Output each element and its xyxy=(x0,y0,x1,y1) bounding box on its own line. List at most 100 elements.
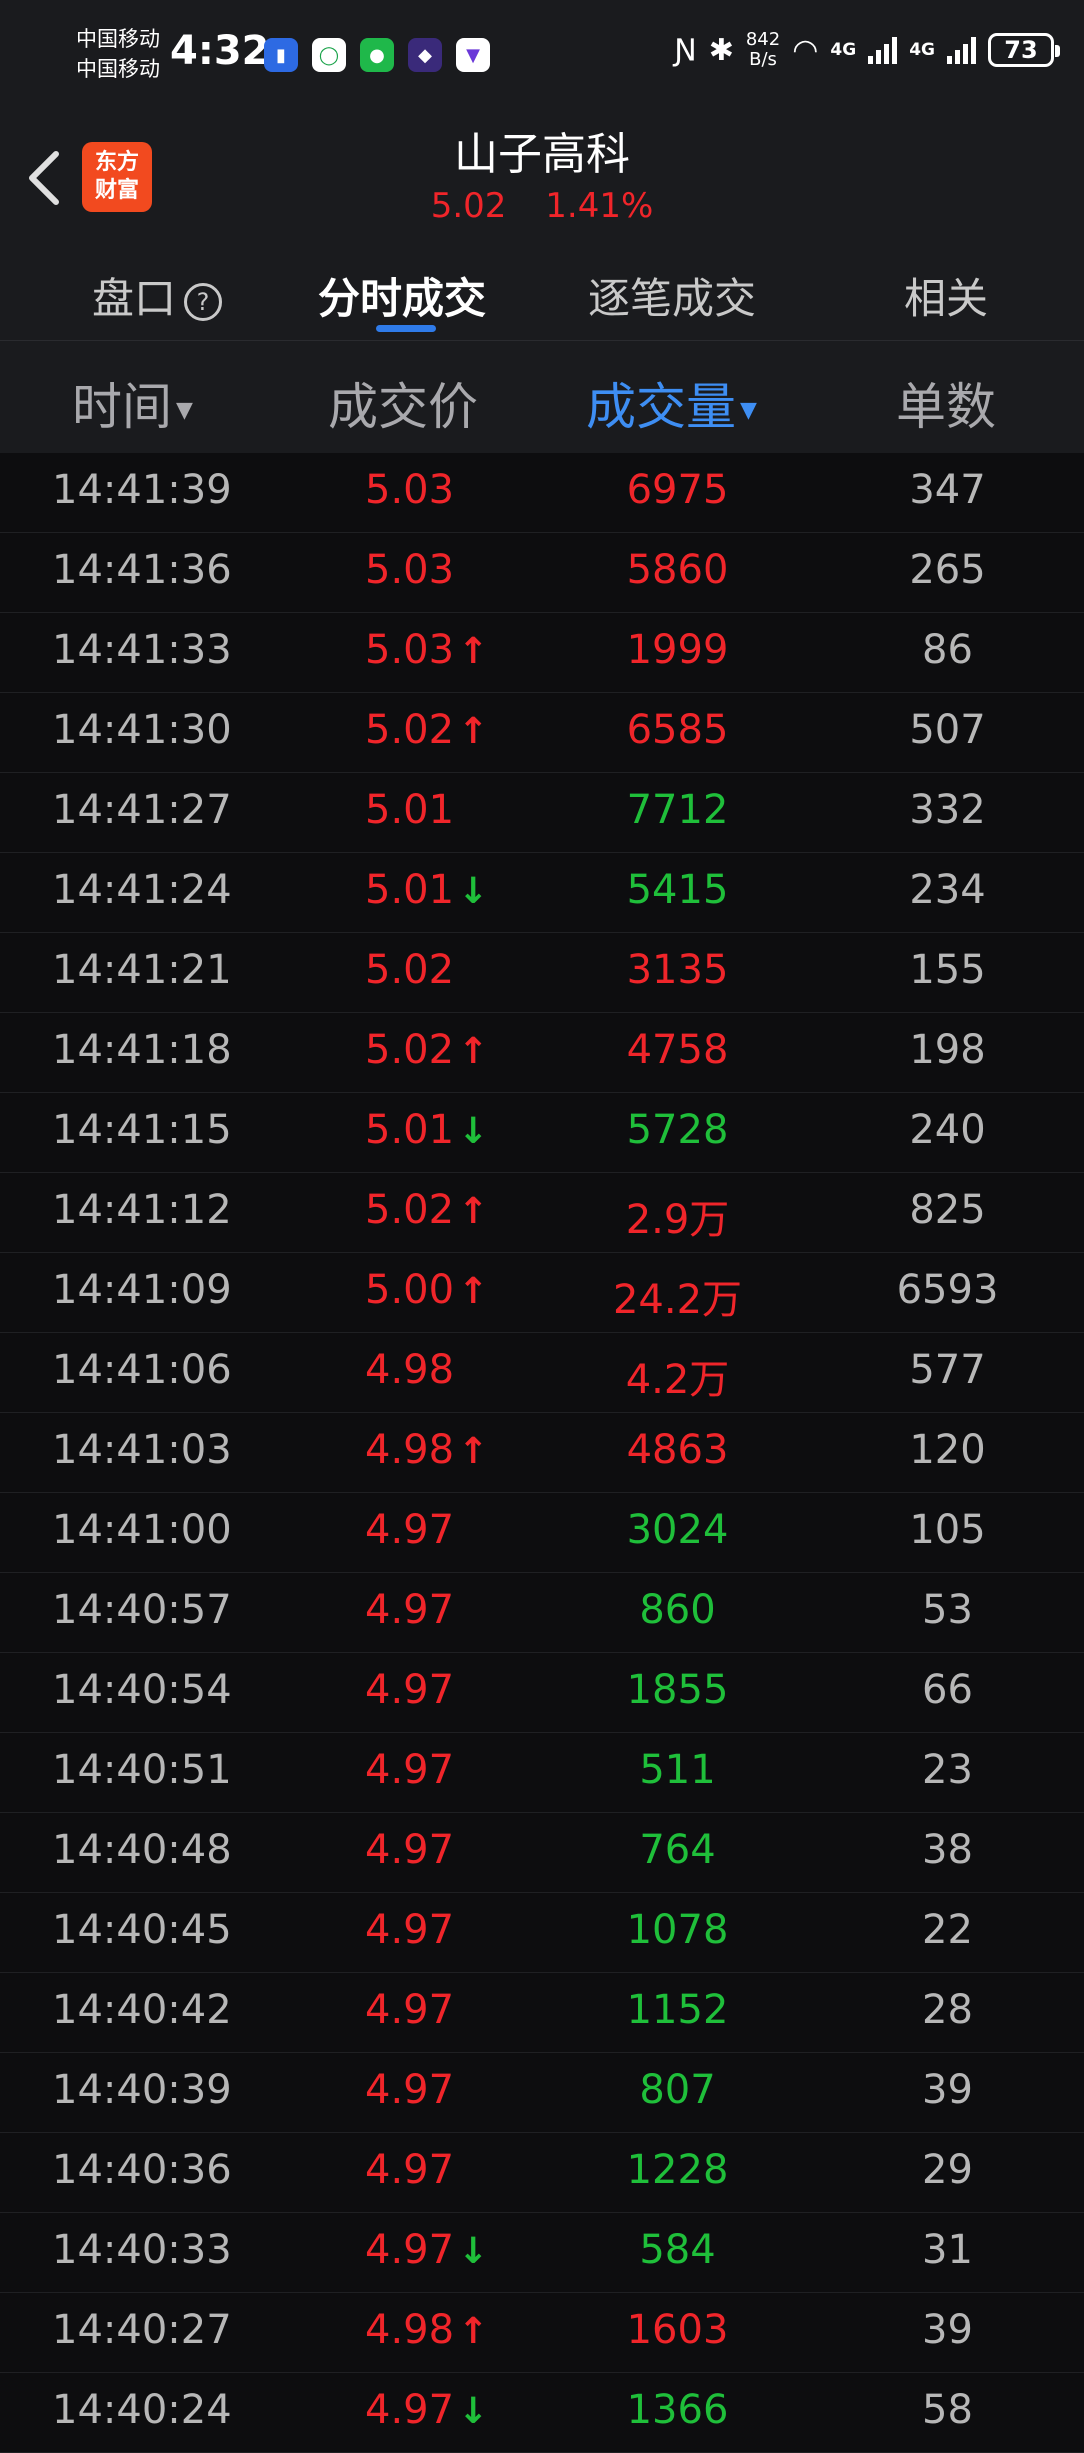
trade-price: 4.97 xyxy=(365,1987,454,2033)
trade-count: 507 xyxy=(909,707,986,753)
trade-price: 4.97 xyxy=(365,1907,454,1953)
trade-row: 14:41:03 4.98 ↑ 4863 120 xyxy=(0,1413,1084,1493)
trade-row: 14:41:18 5.02 ↑ 4758 198 xyxy=(0,1013,1084,1093)
column-volume[interactable]: 成交量 ▼ xyxy=(586,367,757,439)
trade-count: 39 xyxy=(922,2067,973,2113)
stock-name: 山子高科 xyxy=(454,129,630,180)
trade-count: 31 xyxy=(922,2227,973,2273)
trade-time: 14:40:42 xyxy=(52,1987,232,2033)
trade-count: 155 xyxy=(909,947,986,993)
tab-tick-trades[interactable]: 逐笔成交 xyxy=(588,265,756,326)
trade-count: 6593 xyxy=(896,1267,999,1313)
stock-header: 东方 财富 山子高科 5.02 1.41% xyxy=(0,110,1084,246)
trade-count: 120 xyxy=(909,1427,986,1473)
trade-price: 4.97 xyxy=(365,1827,454,1873)
wechat-icon: ● xyxy=(360,38,394,72)
trade-count: 23 xyxy=(922,1747,973,1793)
trade-price: 4.97 ↓ xyxy=(365,2227,488,2273)
trade-price-value: 4.97 xyxy=(365,2227,455,2273)
network-type-1: 4G xyxy=(830,40,857,60)
trade-volume: 511 xyxy=(639,1747,716,1793)
search-app-icon: ◯ xyxy=(312,38,346,72)
carrier-labels: 中国移动 中国移动 xyxy=(76,24,160,84)
trade-row: 14:40:27 4.98 ↑ 1603 39 xyxy=(0,2293,1084,2373)
trade-row: 14:40:45 4.97 1078 22 xyxy=(0,1893,1084,1973)
nfc-icon: Ɲ xyxy=(674,32,697,68)
tab-time-trades[interactable]: 分时成交 xyxy=(318,265,486,326)
signal-icon-1 xyxy=(868,36,898,64)
up-arrow-icon: ↑ xyxy=(458,1191,489,1232)
trade-time: 14:40:36 xyxy=(52,2147,232,2193)
stock-change-pct: 1.41% xyxy=(545,186,654,226)
trade-price-value: 4.98 xyxy=(365,1427,455,1473)
column-price[interactable]: 成交价 xyxy=(328,367,478,439)
trade-list[interactable]: 14:41:39 5.03 6975 347 14:41:36 5.03 5860 265 14… xyxy=(0,453,1084,2453)
help-icon[interactable]: ? xyxy=(184,282,223,321)
trade-row: 14:41:21 5.02 3135 155 xyxy=(0,933,1084,1013)
trade-row: 14:41:36 5.03 5860 265 xyxy=(0,533,1084,613)
trade-volume: 5860 xyxy=(626,547,729,593)
trade-count: 105 xyxy=(909,1507,986,1553)
trade-time: 14:41:24 xyxy=(52,867,232,913)
trade-time: 14:41:09 xyxy=(52,1267,232,1313)
trade-time: 14:41:30 xyxy=(52,707,232,753)
trade-volume: 24.2万 xyxy=(612,1277,743,1323)
trade-volume: 1228 xyxy=(626,2147,729,2193)
trade-time: 14:40:54 xyxy=(52,1667,232,1713)
trade-price: 5.02 xyxy=(365,947,454,993)
trade-row: 14:41:39 5.03 6975 347 xyxy=(0,453,1084,533)
column-count[interactable]: 单数 xyxy=(896,367,996,439)
network-type-2: 4G xyxy=(909,40,935,60)
stock-price: 5.02 xyxy=(430,186,507,226)
trade-row: 14:40:36 4.97 1228 29 xyxy=(0,2133,1084,2213)
trade-price: 5.03 xyxy=(365,467,454,513)
tab-order-book[interactable]: 盘口? xyxy=(92,265,223,326)
trade-price: 4.97 xyxy=(365,2067,454,2113)
trade-price-value: 4.98 xyxy=(365,1347,455,1393)
trade-volume: 764 xyxy=(639,1827,716,1873)
stock-quote: 5.02 1.41% xyxy=(0,186,1084,226)
trade-price-value: 4.97 xyxy=(365,2387,455,2433)
trade-row: 14:41:24 5.01 ↓ 5415 234 xyxy=(0,853,1084,933)
column-headers: 时间 ▼ 成交价 成交量 ▼ 单数 xyxy=(0,341,1084,453)
trade-count: 234 xyxy=(909,867,986,913)
trade-row: 14:41:06 4.98 4.2万 577 xyxy=(0,1333,1084,1413)
trade-price: 4.97 xyxy=(365,1747,454,1793)
up-arrow-icon: ↑ xyxy=(458,1271,489,1312)
notification-icons: ▮ ◯ ● ◆ ▼ xyxy=(264,38,490,72)
trade-price-value: 5.02 xyxy=(365,1187,455,1233)
trade-row: 14:40:42 4.97 1152 28 xyxy=(0,1973,1084,2053)
trade-time: 14:41:06 xyxy=(52,1347,232,1393)
trade-volume: 2.9万 xyxy=(625,1197,730,1243)
tab-related[interactable]: 相关 xyxy=(904,265,988,326)
trade-count: 39 xyxy=(922,2307,973,2353)
trade-volume: 4758 xyxy=(626,1027,729,1073)
column-time[interactable]: 时间 ▼ xyxy=(72,367,193,439)
trade-row: 14:41:30 5.02 ↑ 6585 507 xyxy=(0,693,1084,773)
trade-price: 5.02 ↑ xyxy=(365,707,488,753)
trade-price-value: 4.97 xyxy=(365,1747,455,1793)
lynk-app-icon: ◆ xyxy=(408,38,442,72)
trade-price-value: 4.97 xyxy=(365,1507,455,1553)
trade-price-value: 5.03 xyxy=(365,547,455,593)
trade-row: 14:41:09 5.00 ↑ 24.2万 6593 xyxy=(0,1253,1084,1333)
carrier-1: 中国移动 xyxy=(76,27,160,51)
trade-time: 14:40:33 xyxy=(52,2227,232,2273)
trade-row: 14:41:15 5.01 ↓ 5728 240 xyxy=(0,1093,1084,1173)
trade-count: 86 xyxy=(922,627,973,673)
trade-time: 14:41:12 xyxy=(52,1187,232,1233)
trade-volume: 5728 xyxy=(626,1107,729,1153)
trade-volume: 1366 xyxy=(626,2387,729,2433)
trade-row: 14:41:00 4.97 3024 105 xyxy=(0,1493,1084,1573)
trade-time: 14:41:18 xyxy=(52,1027,232,1073)
tab-bar: 盘口? 分时成交 逐笔成交 相关 xyxy=(0,245,1084,341)
trade-price: 4.97 xyxy=(365,1667,454,1713)
trade-row: 14:41:33 5.03 ↑ 1999 86 xyxy=(0,613,1084,693)
carrier-2: 中国移动 xyxy=(76,57,160,81)
trade-volume: 4863 xyxy=(626,1427,729,1473)
trade-price: 5.02 ↑ xyxy=(365,1027,488,1073)
trade-row: 14:41:27 5.01 7712 332 xyxy=(0,773,1084,853)
trade-price-value: 4.97 xyxy=(365,1587,455,1633)
battery-icon: 73 xyxy=(988,33,1060,67)
trade-count: 38 xyxy=(922,1827,973,1873)
